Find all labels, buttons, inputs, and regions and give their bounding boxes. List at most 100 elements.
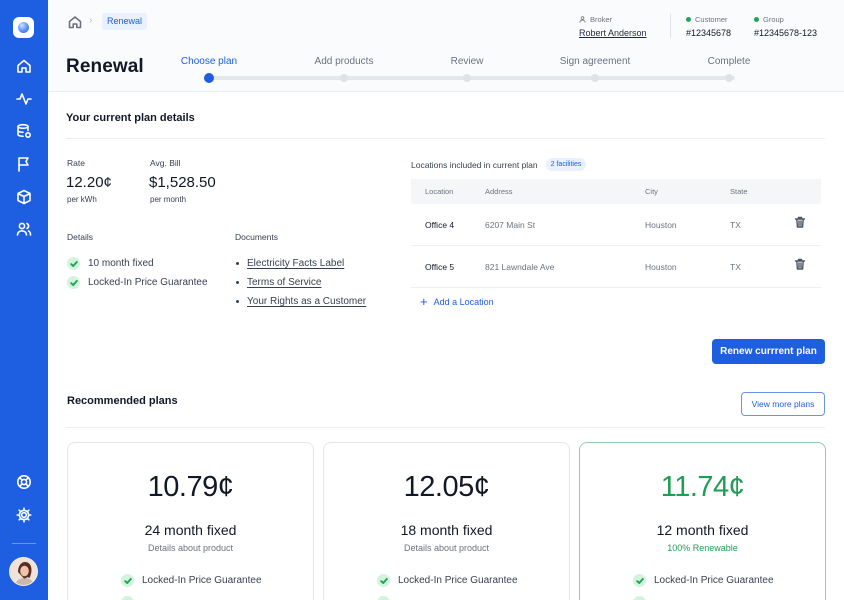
document-link[interactable]: Your Rights as a Customer [247, 296, 366, 307]
step-dot [204, 73, 214, 83]
flag-icon[interactable] [14, 154, 34, 174]
bullet [236, 262, 239, 265]
rate-label: Rate [67, 158, 85, 168]
user-icon [579, 15, 586, 23]
recommended-title: Recommended plans [67, 395, 178, 407]
document-item: Your Rights as a Customer [236, 296, 366, 307]
customer-meta: Customer #12345678 [686, 14, 731, 38]
breadcrumb-current[interactable]: Renewal [102, 13, 148, 30]
city-cell: Houston [645, 220, 677, 230]
app-logo[interactable] [13, 17, 34, 38]
customer-status-dot [686, 16, 691, 22]
plan-card[interactable]: 12.05¢ 18 month fixed Details about prod… [323, 442, 570, 600]
locations-heading-text: Locations included in current plan [411, 159, 538, 170]
document-item: Electricity Facts Label [236, 258, 344, 269]
logo-mark [18, 22, 29, 33]
help-icon[interactable] [14, 472, 34, 492]
detail-text: Locked-In Price Guarantee [88, 277, 208, 288]
detail-item: 10 month fixed [67, 257, 154, 270]
rate-unit: per kWh [67, 195, 97, 204]
locations-heading: Locations included in current plan 2 fac… [411, 158, 587, 171]
plan-feature [633, 596, 646, 600]
check-icon [633, 574, 646, 587]
step-review[interactable]: Review [451, 56, 484, 67]
plan-card[interactable]: 10.79¢ 24 month fixed Details about prod… [67, 442, 314, 600]
trash-icon[interactable] [794, 246, 806, 270]
group-meta: Group #12345678-123 [754, 14, 817, 38]
divider [66, 138, 825, 139]
step-sign-agreement[interactable]: Sign agreement [560, 56, 631, 67]
column-header: City [645, 187, 658, 196]
state-cell: TX [730, 220, 741, 230]
renew-plan-button[interactable]: Renew currrent plan [712, 339, 825, 364]
database-icon[interactable] [14, 121, 34, 141]
users-icon[interactable] [14, 219, 34, 239]
check-icon [377, 596, 390, 600]
facilities-badge: 2 facilities [545, 158, 587, 171]
check-icon [121, 574, 134, 587]
plan-price: 10.79¢ [147, 471, 234, 503]
step-choose-plan[interactable]: Choose plan [181, 56, 237, 67]
plan-description: 100% Renewable [667, 543, 738, 553]
step-dot [463, 74, 471, 82]
activity-icon[interactable] [14, 89, 34, 109]
group-id: #12345678-123 [754, 28, 818, 38]
breadcrumb-chevron-icon: › [89, 15, 93, 26]
broker-name-link[interactable]: Robert Anderson [579, 28, 647, 38]
document-item: Terms of Service [236, 277, 321, 288]
column-header: Location [425, 187, 454, 196]
customer-label: Customer [695, 14, 728, 24]
settings-icon[interactable] [14, 505, 34, 525]
plan-description: Details about product [147, 543, 234, 553]
document-link[interactable]: Electricity Facts Label [247, 258, 344, 269]
home-icon[interactable] [14, 56, 34, 76]
check-icon [67, 276, 80, 289]
city-cell: Houston [645, 262, 677, 272]
plan-card-featured[interactable]: 11.74¢ 12 month fixed 100% Renewable Loc… [579, 442, 826, 600]
detail-text: 10 month fixed [88, 258, 154, 269]
plan-feature-text: Locked-In Price Guarantee [398, 575, 518, 586]
breadcrumb-home-icon[interactable] [68, 15, 82, 29]
add-location-button[interactable]: + Add a Location [420, 295, 494, 308]
page-title: Renewal [66, 56, 144, 77]
column-header: Address [485, 187, 513, 196]
plan-feature-text: Locked-In Price Guarantee [654, 575, 774, 586]
details-label: Details [67, 232, 93, 242]
step-dot [725, 74, 733, 82]
detail-item: Locked-In Price Guarantee [67, 276, 208, 289]
table-row: Office 5 821 Lawndale Ave Houston TX [411, 246, 821, 288]
plan-feature [377, 596, 390, 600]
plan-feature: Locked-In Price Guarantee [377, 574, 518, 587]
plan-term: 12 month fixed [656, 522, 749, 538]
sidebar [0, 0, 48, 600]
plan-price: 11.74¢ [660, 471, 745, 503]
sidebar-divider [12, 543, 36, 544]
plan-price: 12.05¢ [403, 471, 490, 503]
locations-table: Location Address City State Office 4 620… [411, 179, 821, 288]
address-cell: 821 Lawndale Ave [485, 262, 555, 272]
add-location-label: Add a Location [433, 297, 494, 307]
meta-divider [670, 14, 671, 38]
step-complete[interactable]: Complete [708, 56, 751, 67]
view-more-plans-button[interactable]: View more plans [741, 392, 825, 416]
box-icon[interactable] [14, 187, 34, 207]
avatar[interactable] [9, 557, 38, 586]
bullet [236, 300, 239, 303]
trash-icon[interactable] [794, 204, 806, 228]
bill-unit: per month [150, 195, 187, 204]
bill-label: Avg. Bill [150, 158, 181, 168]
table-row: Office 4 6207 Main St Houston TX [411, 204, 821, 246]
group-status-dot [754, 16, 759, 22]
table-header: Location Address City State [411, 179, 821, 204]
location-cell: Office 5 [425, 262, 455, 272]
check-icon [633, 596, 646, 600]
address-cell: 6207 Main St [485, 220, 536, 230]
rate-value: 12.20¢ [66, 174, 112, 191]
bullet [236, 281, 239, 284]
document-link[interactable]: Terms of Service [247, 277, 321, 288]
plan-feature-text: Locked-In Price Guarantee [142, 575, 262, 586]
plan-feature: Locked-In Price Guarantee [121, 574, 262, 587]
step-dot [340, 74, 348, 82]
step-add-products[interactable]: Add products [315, 56, 374, 67]
broker-meta: Broker Robert Anderson [579, 14, 647, 39]
